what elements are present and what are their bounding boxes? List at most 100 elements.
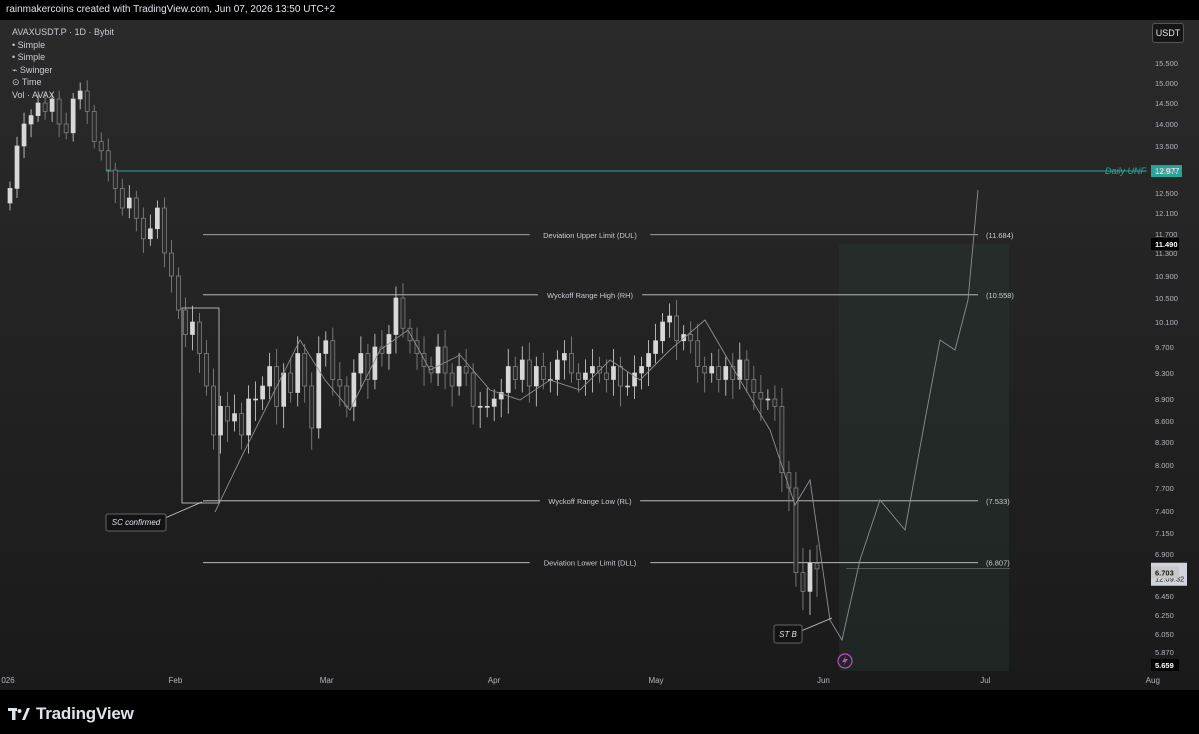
candle-body[interactable] [302,353,308,387]
candle-body[interactable] [225,405,230,422]
candle-body[interactable] [646,353,651,367]
candle-body[interactable] [576,372,581,380]
legend-indicator-simple-2[interactable]: • Simple [12,51,114,64]
candle-body[interactable] [540,366,546,380]
candle-body[interactable] [246,398,251,436]
candle-body[interactable] [162,207,167,254]
candle-body[interactable] [484,405,490,408]
candle-body[interactable] [232,413,237,422]
candle-body[interactable] [562,353,567,361]
candle-body[interactable] [105,150,111,171]
candle-body[interactable] [674,315,680,342]
candle-body[interactable] [281,372,287,407]
candle-body[interactable] [751,379,757,393]
legend-indicator-volume[interactable]: Vol · AVAX [12,89,114,102]
candle-body[interactable] [253,398,258,401]
candle-body[interactable] [330,340,336,380]
candle-body[interactable] [723,366,729,380]
candle-body[interactable] [126,197,132,209]
candle-body[interactable] [772,398,778,407]
candle-body[interactable] [21,123,27,147]
candle-body[interactable] [569,353,574,374]
candle-body[interactable] [442,346,448,374]
candle-body[interactable] [744,359,750,380]
candle-body[interactable] [477,405,483,408]
candle-body[interactable] [639,366,644,374]
candle-body[interactable] [365,353,371,380]
candle-body[interactable] [7,188,13,204]
candle-body[interactable] [702,366,708,374]
candle-body[interactable] [688,334,694,342]
candle-body[interactable] [56,98,62,125]
candle-body[interactable] [716,366,722,380]
candle-body[interactable] [625,385,630,388]
legend-indicator-time[interactable]: ⊙ Time [12,76,114,89]
candle-body[interactable] [618,366,623,387]
legend-indicator-swinger[interactable]: ⌁ Swinger [12,64,114,77]
candle-body[interactable] [807,562,813,592]
candle-body[interactable] [400,297,406,329]
candle-body[interactable] [611,366,616,380]
candle-body[interactable] [449,372,455,387]
candle-body[interactable] [323,340,329,354]
candle-body[interactable] [590,366,595,374]
candle-body[interactable] [435,346,441,374]
candlestick-chart[interactable]: Daily UNF 12.977Deviation Upper Limit (DU… [0,0,1199,690]
candle-body[interactable] [555,359,560,380]
candle-body[interactable] [660,321,665,342]
candle-body[interactable] [295,353,301,393]
candle-body[interactable] [512,366,518,380]
candle-body[interactable] [765,398,771,401]
candle-body[interactable] [604,372,609,380]
candle-body[interactable] [183,309,188,335]
candle-body[interactable] [491,398,497,407]
candle-body[interactable] [456,366,462,387]
candle-body[interactable] [309,385,315,429]
candle-body[interactable] [316,353,322,429]
candle-body[interactable] [133,197,139,219]
candle-body[interactable] [176,275,181,311]
candle-body[interactable] [758,392,764,400]
candle-body[interactable] [463,366,469,374]
candle-body[interactable] [533,366,539,387]
candle-body[interactable] [197,321,202,354]
candle-body[interactable] [35,102,41,116]
candle-body[interactable] [505,366,511,393]
candle-body[interactable] [147,228,153,240]
candle-body[interactable] [63,123,69,134]
candle-body[interactable] [190,321,195,335]
candle-body[interactable] [155,207,160,230]
candle-body[interactable] [653,340,658,354]
candle-body[interactable] [709,366,715,374]
currency-button[interactable]: USDT [1152,23,1184,43]
candle-body[interactable] [14,145,20,189]
candle-body[interactable] [119,188,125,209]
candle-body[interactable] [204,353,209,387]
candle-body[interactable] [470,372,476,407]
legend-symbol[interactable]: AVAXUSDT.P · 1D · Bybit [12,26,114,39]
candle-body[interactable] [337,379,343,387]
candle-body[interactable] [695,340,701,367]
candle-body[interactable] [169,252,174,277]
candle-body[interactable] [42,102,48,112]
candle-body[interactable] [288,372,294,393]
candle-body[interactable] [344,385,350,407]
candle-body[interactable] [112,169,118,189]
candle-body[interactable] [91,111,97,142]
candle-body[interactable] [260,385,265,400]
tradingview-logo[interactable]: TradingView [8,704,134,724]
candle-body[interactable] [239,413,244,436]
candle-body[interactable] [140,217,146,240]
candle-body[interactable] [98,141,104,152]
candle-body[interactable] [393,297,399,335]
candle-body[interactable] [814,562,820,570]
candle-body[interactable] [358,353,364,374]
candle-body[interactable] [70,98,76,134]
candle-body[interactable] [800,572,806,592]
candle-body[interactable] [667,315,672,323]
candle-body[interactable] [519,359,525,380]
candle-body[interactable] [211,385,216,436]
legend-indicator-simple-1[interactable]: • Simple [12,39,114,52]
candle-body[interactable] [526,359,532,387]
candle-body[interactable] [267,366,272,387]
